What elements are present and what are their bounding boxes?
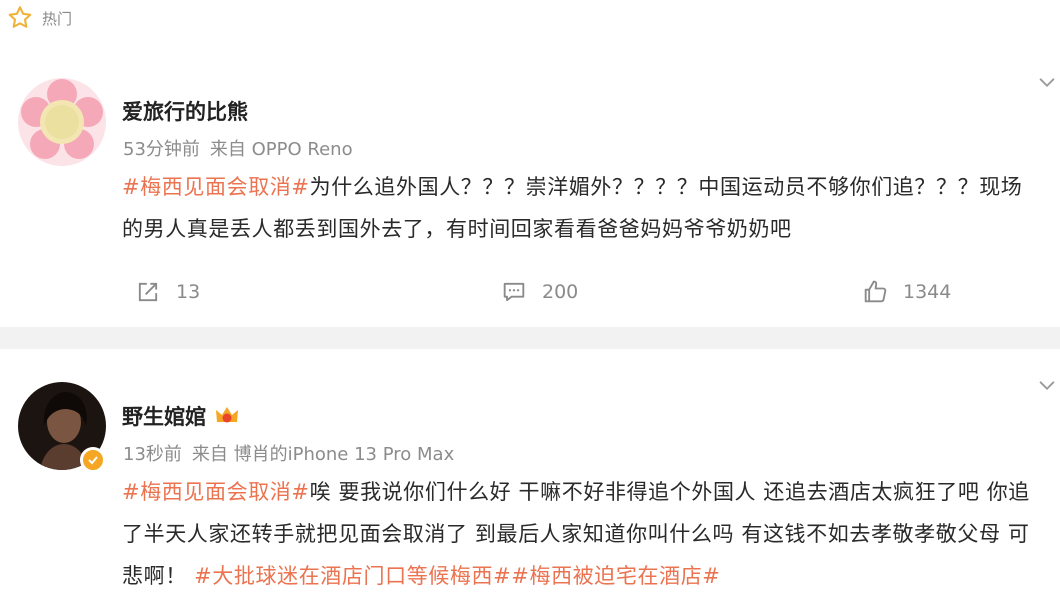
post-meta: 13秒前 来自 博肖的iPhone 13 Pro Max xyxy=(123,440,454,466)
post-source: 来自 博肖的iPhone 13 Pro Max xyxy=(191,444,455,465)
chevron-down-icon[interactable] xyxy=(1036,375,1058,397)
feed-divider xyxy=(0,327,1060,349)
hot-label: 热门 xyxy=(42,9,73,28)
hashtag-link[interactable]: #梅西见面会取消# xyxy=(122,175,310,199)
username-text: 爱旅行的比熊 xyxy=(122,100,248,124)
repost-count: 13 xyxy=(176,281,201,303)
comment-button[interactable]: 200 xyxy=(500,278,578,306)
username[interactable]: 爱旅行的比熊 xyxy=(122,96,248,126)
hashtag-link[interactable]: #梅西被迫宅在酒店# xyxy=(511,564,720,588)
hashtag-link[interactable]: #梅西见面会取消# xyxy=(122,480,310,504)
repost-icon xyxy=(138,282,158,302)
post-content: #梅西见面会取消#唉 要我说你们什么好 干嘛不好非得追个外国人 还追去酒店太疯狂… xyxy=(122,471,1042,596)
post-time: 53分钟前 xyxy=(123,139,200,160)
repost-button[interactable]: 13 xyxy=(134,278,200,306)
flower-avatar-image xyxy=(18,78,106,166)
post-source: 来自 OPPO Reno xyxy=(209,139,353,160)
post-card: 野生婠婠 13秒前 来自 博肖的iPhone 13 Pro Max #梅西见面会取… xyxy=(0,355,1060,596)
post-card: 爱旅行的比熊 53分钟前 来自 OPPO Reno #梅西见面会取消#为什么追外国… xyxy=(0,62,1060,327)
username[interactable]: 野生婠婠 xyxy=(122,401,240,431)
vip-crown-icon xyxy=(216,407,238,423)
post-meta: 53分钟前 来自 OPPO Reno xyxy=(123,135,353,161)
thumbs-up-icon xyxy=(864,280,887,303)
like-button[interactable]: 1344 xyxy=(861,278,951,306)
hashtag-link[interactable]: #大批球迷在酒店门口等候梅西# xyxy=(194,564,511,588)
hot-section-header: 热门 xyxy=(6,4,72,32)
comment-count: 200 xyxy=(542,281,579,303)
star-outline-icon xyxy=(8,6,32,28)
like-count: 1344 xyxy=(903,281,952,303)
avatar[interactable] xyxy=(18,78,106,166)
action-bar: 13 200 1344 xyxy=(0,278,1060,308)
chevron-down-icon[interactable] xyxy=(1036,72,1058,94)
post-time: 13秒前 xyxy=(123,444,182,465)
post-content: #梅西见面会取消#为什么追外国人？？？崇洋媚外？？？？中国运动员不够你们追？？？… xyxy=(122,166,1042,250)
verified-badge-icon xyxy=(80,447,106,473)
comment-icon xyxy=(503,282,525,302)
username-text: 野生婠婠 xyxy=(122,405,206,429)
